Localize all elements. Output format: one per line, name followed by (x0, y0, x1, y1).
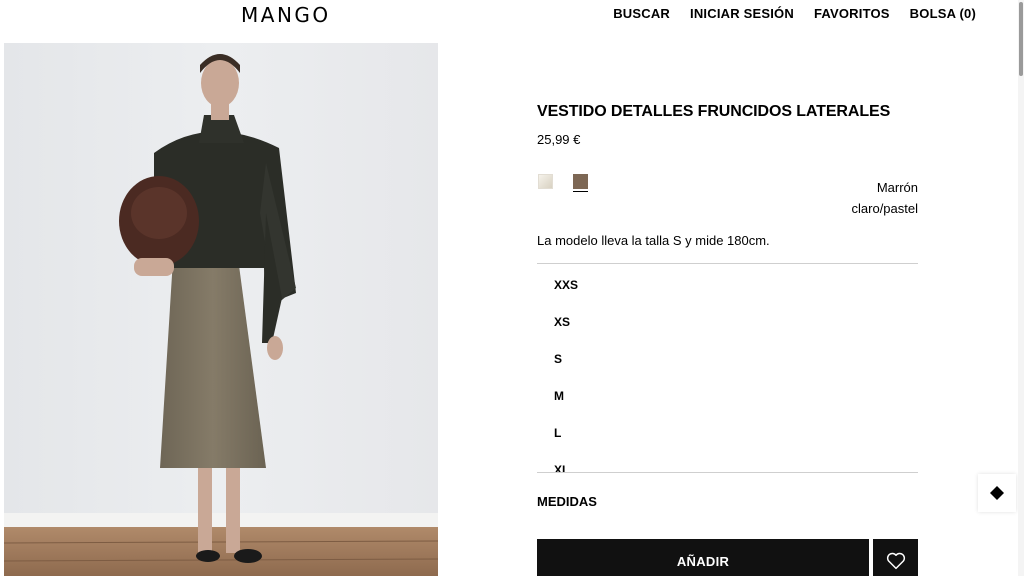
bag-link[interactable]: BOLSA (0) (910, 6, 976, 21)
model-size-note: La modelo lleva la talla S y mide 180cm. (537, 233, 770, 248)
selected-color-name: Marrón claro/pastel (798, 177, 918, 219)
size-list: XXS XS S M L XL (537, 264, 918, 472)
size-option-xl[interactable]: XL (554, 463, 569, 472)
color-swatch-brown[interactable] (573, 174, 588, 189)
favorite-button[interactable] (873, 539, 918, 576)
color-swatch-light[interactable] (538, 174, 553, 189)
diamond-icon (990, 486, 1004, 500)
size-option-m[interactable]: M (554, 389, 564, 403)
model-photo (4, 43, 438, 576)
favorites-link[interactable]: FAVORITOS (814, 6, 890, 21)
measures-link[interactable]: MEDIDAS (537, 494, 597, 509)
size-option-xxs[interactable]: XXS (554, 278, 578, 292)
add-to-bag-button[interactable]: AÑADIR (537, 539, 869, 576)
size-option-xs[interactable]: XS (554, 315, 570, 329)
login-link[interactable]: INICIAR SESIÓN (690, 6, 794, 21)
selected-swatch-indicator (573, 191, 588, 192)
product-image[interactable] (4, 43, 438, 576)
size-option-s[interactable]: S (554, 352, 562, 366)
search-link[interactable]: BUSCAR (613, 6, 670, 21)
floating-widget-button[interactable] (978, 474, 1016, 512)
color-name-line2: claro/pastel (851, 201, 918, 216)
top-nav: BUSCAR INICIAR SESIÓN FAVORITOS BOLSA (0… (613, 6, 976, 21)
size-option-l[interactable]: L (554, 426, 561, 440)
product-price: 25,99 € (537, 132, 581, 147)
divider-bottom (537, 472, 918, 473)
heart-icon (886, 552, 905, 570)
site-header: MANGO BUSCAR INICIAR SESIÓN FAVORITOS BO… (0, 0, 1024, 28)
product-title: VESTIDO DETALLES FRUNCIDOS LATERALES (537, 103, 891, 120)
scrollbar-thumb[interactable] (1019, 2, 1023, 76)
color-name-line1: Marrón (876, 180, 918, 195)
mango-logo[interactable]: MANGO (241, 3, 331, 27)
page-scrollbar[interactable] (1018, 0, 1024, 576)
